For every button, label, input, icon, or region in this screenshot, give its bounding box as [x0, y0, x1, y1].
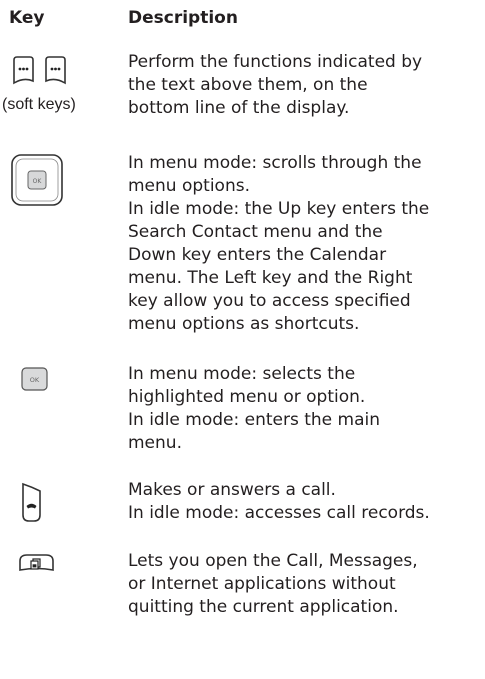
row-description: In menu mode: selects the highlighted me… [128, 364, 381, 453]
description-column-header: Description [128, 8, 238, 28]
navigation-key-icon: OK [11, 154, 63, 206]
key-cell [0, 550, 120, 625]
dial-key-icon [22, 482, 41, 522]
soft-keys-caption: (soft keys) [2, 96, 76, 113]
row-description: Makes or answers a call. In idle mode: a… [128, 480, 430, 523]
table-row: Makes or answers a call. In idle mode: a… [0, 479, 485, 529]
right-soft-key-icon [45, 56, 66, 85]
row-description: Perform the functions indicated by the t… [128, 52, 423, 118]
row-description: Lets you open the Call, Messages, or Int… [128, 551, 418, 617]
table-row: (soft keys) Perform the functions indica… [0, 51, 485, 141]
key-cell: OK [0, 363, 120, 458]
multitasking-key-icon [19, 554, 54, 571]
key-column-header: Key [9, 8, 45, 28]
left-soft-key-icon [13, 56, 34, 85]
key-cell: OK [0, 152, 120, 342]
table-row: OK In menu mode: selects the highlighted… [0, 363, 485, 458]
svg-text:OK: OK [30, 376, 40, 384]
table-row: OK In menu mode: scrolls through the men… [0, 152, 485, 342]
soft-keys-icon [13, 56, 66, 85]
key-cell [0, 479, 120, 529]
key-cell: (soft keys) [0, 51, 120, 141]
ok-key-icon: OK [21, 367, 48, 391]
ok-center-icon: OK [27, 170, 47, 190]
row-description: In menu mode: scrolls through the menu o… [128, 153, 430, 334]
table-row: Lets you open the Call, Messages, or Int… [0, 550, 485, 625]
table-header: Key Description [0, 6, 485, 32]
svg-text:OK: OK [33, 178, 43, 185]
